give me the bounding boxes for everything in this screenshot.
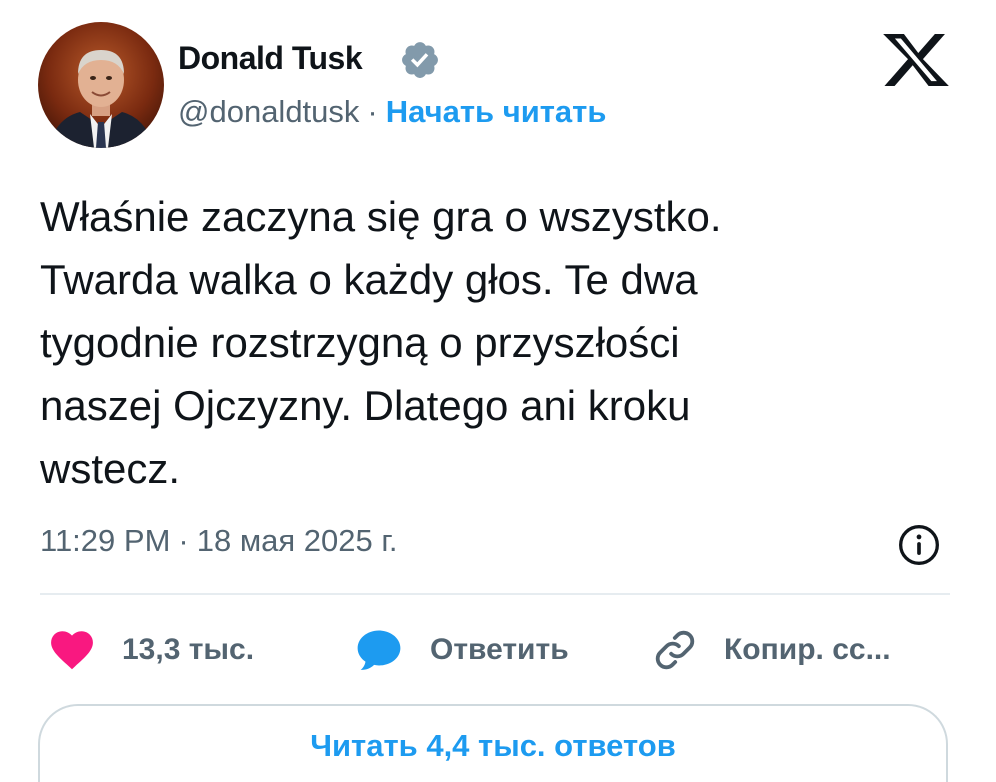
heart-icon xyxy=(51,631,93,670)
timestamp-separator: · xyxy=(178,523,189,558)
divider xyxy=(40,593,950,595)
reply-bubble-icon xyxy=(357,630,401,670)
verified-badge-icon xyxy=(402,42,438,78)
copy-link-label: Копир. сс... xyxy=(724,633,891,666)
author-handle-row: @donaldtusk · Начать читать xyxy=(178,92,606,132)
x-logo-icon[interactable] xyxy=(882,34,950,86)
author-avatar[interactable] xyxy=(38,22,164,148)
tweet-embed-card: Donald Tusk @donaldtusk · Начать читать Wł… xyxy=(0,0,996,782)
avatar-photo xyxy=(38,22,164,148)
like-count: 13,3 тыс. xyxy=(122,633,255,666)
link-icon xyxy=(655,630,695,670)
follow-link[interactable]: Начать читать xyxy=(386,94,607,129)
info-icon[interactable] xyxy=(897,523,941,567)
tweet-text: Właśnie zaczyna się gra o wszystko. Twar… xyxy=(40,193,722,492)
copy-link-button[interactable]: Копир. сс... xyxy=(652,625,891,675)
read-replies-label: Читать 4,4 тыс. ответов xyxy=(310,728,676,763)
author-handle[interactable]: @donaldtusk xyxy=(178,94,359,129)
reply-button[interactable]: Ответить xyxy=(356,625,569,675)
like-button[interactable]: 13,3 тыс. xyxy=(50,625,254,675)
read-replies-button[interactable]: Читать 4,4 тыс. ответов xyxy=(38,704,948,782)
handle-separator: · xyxy=(367,94,378,129)
reply-label: Ответить xyxy=(430,633,569,666)
author-name[interactable]: Donald Tusk xyxy=(178,38,363,78)
tweet-time[interactable]: 11:29 PM xyxy=(40,523,170,558)
tweet-timestamp: 11:29 PM · 18 мая 2025 г. xyxy=(40,521,397,561)
tweet-date[interactable]: 18 мая 2025 г. xyxy=(197,523,398,558)
